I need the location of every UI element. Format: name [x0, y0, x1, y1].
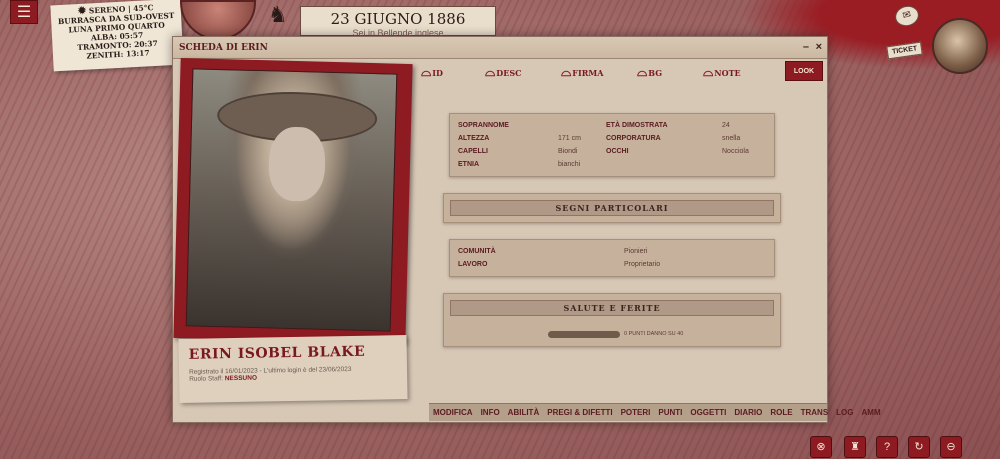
bottom-nav: MODIFICA INFO ABILITÀ PREGI & DIFETTI PO… — [429, 403, 881, 421]
tab-bg-label: BG — [648, 68, 663, 78]
cowboy-hat-icon: ⌓ — [637, 65, 648, 80]
tab-id-label: ID — [432, 68, 443, 78]
stats-box: SOPRANNOME ETÀ DIMOSTRATA 24 ALTEZZA 171… — [449, 113, 775, 177]
staff-label: Ruolo Staff: — [189, 375, 224, 383]
tab-desc[interactable]: ⌓DESC — [485, 65, 521, 87]
nav-log[interactable]: LOG — [832, 404, 857, 421]
eyes-label: OCCHI — [606, 148, 629, 155]
refresh-icon[interactable]: ↻ — [908, 436, 930, 458]
help-icon[interactable]: ? — [876, 436, 898, 458]
nav-info[interactable]: INFO — [477, 404, 504, 421]
ethnicity-value: bianchi — [558, 161, 581, 168]
close-circle-icon[interactable]: ⊗ — [810, 436, 832, 458]
cowboy-hat-icon: ⌓ — [485, 65, 496, 80]
minimize-icon[interactable]: – — [803, 41, 809, 53]
health-box: SALUTE E FERITE 0 PUNTI DANNO SU 40 — [443, 293, 781, 347]
no-entry-icon[interactable]: ⊖ — [940, 436, 962, 458]
cowboy-hat-icon: ⌓ — [703, 65, 714, 80]
tab-note-label: NOTE — [714, 68, 741, 78]
avatar[interactable] — [932, 18, 988, 74]
tab-bg[interactable]: ⌓BG — [637, 65, 662, 87]
job-label: LAVORO — [458, 261, 488, 268]
health-title: SALUTE E FERITE — [450, 300, 774, 316]
menu-icon: ☰ — [16, 4, 32, 21]
sheet-tabs: ⌓ID ⌓DESC ⌓FIRMA ⌓BG ⌓NOTE — [419, 65, 749, 87]
nav-abilita[interactable]: ABILITÀ — [504, 404, 544, 421]
tab-id[interactable]: ⌓ID — [421, 65, 443, 87]
nav-amm[interactable]: AMM — [858, 404, 885, 421]
nickname-label: SOPRANNOME — [458, 122, 509, 129]
photo-face — [268, 126, 326, 202]
distinguishing-marks-box: SEGNI PARTICOLARI — [443, 193, 781, 223]
character-sheet-window: SCHEDA DI ERIN – × ERIN ISOBEL BLAKE Reg… — [172, 36, 881, 423]
menu-button[interactable]: ☰ — [10, 0, 38, 24]
eyes-value: Nocciola — [722, 148, 749, 155]
horse-rider-icon: ♞ — [268, 2, 288, 27]
hat-icon[interactable]: ♜ — [844, 436, 866, 458]
height-value: 171 cm — [558, 135, 581, 142]
age-value: 24 — [722, 122, 730, 129]
look-button[interactable]: LOOK — [785, 61, 823, 81]
nav-modifica[interactable]: MODIFICA — [429, 404, 477, 421]
character-photo-frame — [173, 58, 413, 344]
close-icon[interactable]: × — [816, 41, 822, 53]
tab-firma[interactable]: ⌓FIRMA — [561, 65, 603, 87]
window-title: SCHEDA DI ERIN — [173, 37, 827, 59]
ethnicity-label: ETNIA — [458, 161, 479, 168]
map-medallion[interactable] — [180, 0, 256, 40]
community-value: Pionieri — [624, 248, 648, 255]
nav-punti[interactable]: PUNTI — [654, 404, 686, 421]
cowboy-hat-icon: ⌓ — [561, 65, 572, 80]
nav-poteri[interactable]: POTERI — [617, 404, 655, 421]
build-label: CORPORATURA — [606, 135, 661, 142]
name-card: ERIN ISOBEL BLAKE Registrato il 16/01/20… — [178, 335, 408, 403]
build-value: snella — [722, 135, 741, 142]
health-bar — [548, 331, 620, 338]
footer-icons: ⊗ ♜ ? ↻ ⊖ — [808, 436, 994, 458]
distinguishing-marks-title: SEGNI PARTICOLARI — [450, 200, 774, 216]
tab-firma-label: FIRMA — [572, 68, 604, 78]
character-name: ERIN ISOBEL BLAKE — [188, 343, 366, 363]
age-label: ETÀ DIMOSTRATA — [606, 122, 668, 129]
health-text: 0 PUNTI DANNO SU 40 — [624, 331, 684, 337]
nav-diario[interactable]: DIARIO — [730, 404, 766, 421]
tab-desc-label: DESC — [496, 68, 522, 78]
job-value: Proprietario — [624, 261, 661, 268]
community-label: COMUNITÀ — [458, 248, 496, 255]
hair-label: CAPELLI — [458, 148, 488, 155]
staff-value: NESSUNO — [224, 374, 258, 383]
character-photo — [185, 68, 398, 332]
nav-trans[interactable]: TRANS — [797, 404, 833, 421]
tab-note[interactable]: ⌓NOTE — [703, 65, 741, 87]
community-box: COMUNITÀ Pionieri LAVORO Proprietario — [449, 239, 775, 277]
hair-value: Biondi — [558, 148, 578, 155]
weather-note: ✹ SERENO | 45°C BURRASCA DA SUD-OVEST LU… — [50, 0, 184, 72]
nav-oggetti[interactable]: OGGETTI — [686, 404, 730, 421]
nav-pregi-difetti[interactable]: PREGI & DIFETTI — [543, 404, 616, 421]
height-label: ALTEZZA — [458, 135, 490, 142]
cowboy-hat-icon: ⌓ — [421, 65, 432, 80]
nav-role[interactable]: ROLE — [766, 404, 796, 421]
